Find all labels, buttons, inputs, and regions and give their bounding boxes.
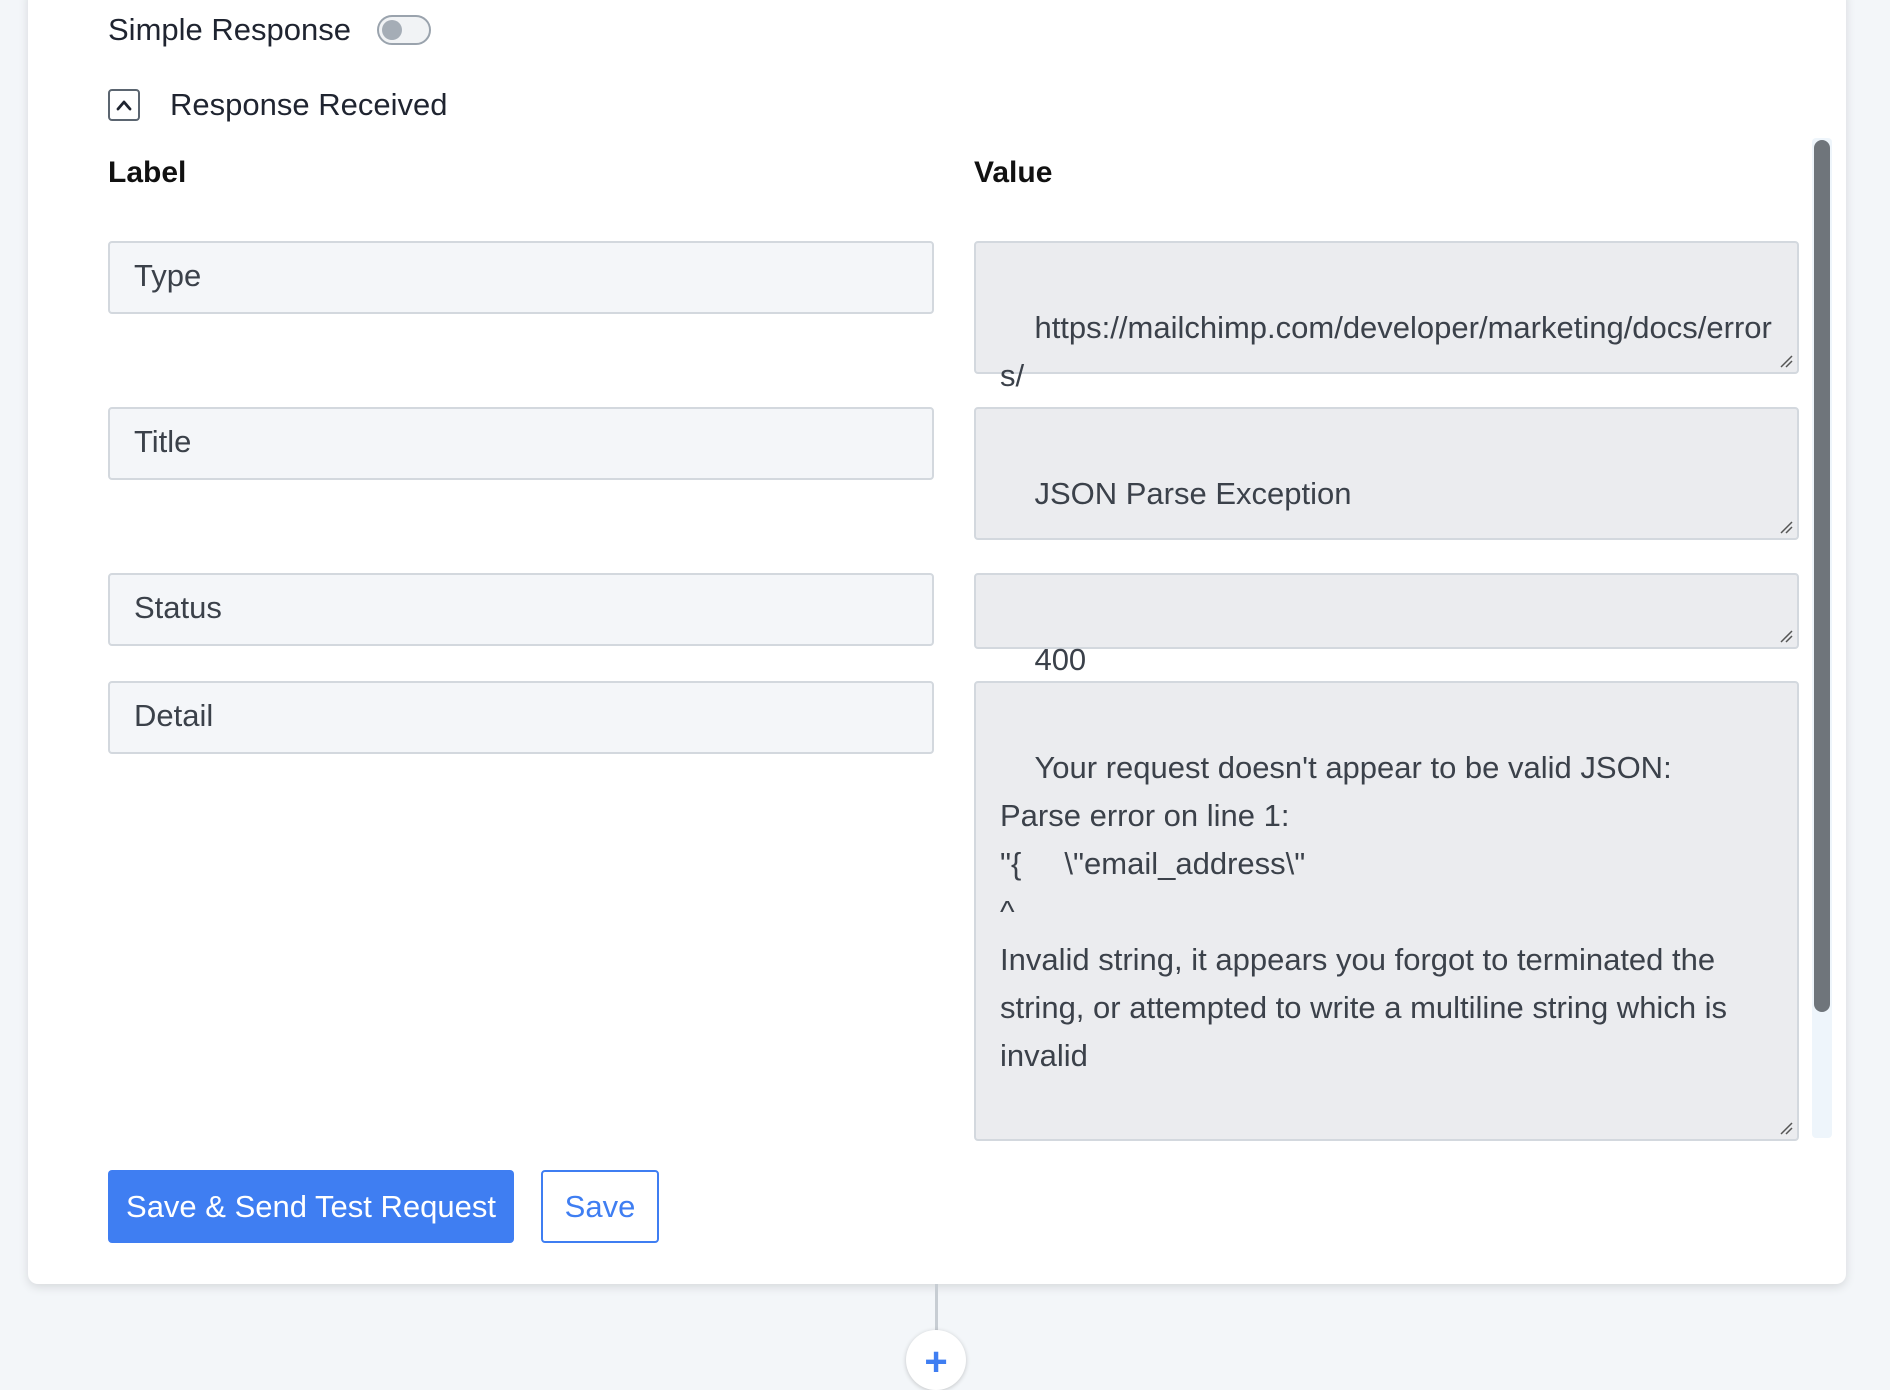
label-field-status[interactable]: Status	[108, 573, 934, 646]
save-and-send-test-request-button[interactable]: Save & Send Test Request	[108, 1170, 514, 1243]
label-field-title[interactable]: Title	[108, 407, 934, 480]
scrollbar-thumb[interactable]	[1814, 140, 1830, 1012]
value-field-type[interactable]: https://mailchimp.com/developer/marketin…	[974, 241, 1799, 393]
chevron-up-icon	[116, 100, 132, 111]
value-field-detail[interactable]: Your request doesn't appear to be valid …	[974, 681, 1799, 1141]
save-button[interactable]: Save	[541, 1170, 659, 1243]
label-field-type[interactable]: Type	[108, 241, 934, 314]
toggle-knob	[381, 20, 402, 40]
resize-handle-icon[interactable]	[1779, 629, 1793, 643]
value-text-type: https://mailchimp.com/developer/marketin…	[1000, 310, 1772, 393]
add-step-button[interactable]: +	[906, 1330, 966, 1390]
value-field-status[interactable]: 400	[974, 573, 1799, 677]
value-text-detail: Your request doesn't appear to be valid …	[1000, 750, 1728, 1073]
label-field-detail[interactable]: Detail	[108, 681, 934, 754]
resize-handle-icon[interactable]	[1779, 1121, 1793, 1135]
collapse-button[interactable]	[108, 89, 140, 121]
simple-response-row: Simple Response	[108, 5, 431, 55]
value-text-title: JSON Parse Exception	[1034, 476, 1352, 511]
simple-response-label: Simple Response	[108, 12, 351, 47]
value-column-header: Value	[974, 156, 1053, 189]
webhook-response-card: Simple Response Response Received Label …	[28, 0, 1846, 1284]
response-received-row: Response Received	[108, 80, 447, 130]
value-field-title[interactable]: JSON Parse Exception	[974, 407, 1799, 540]
resize-handle-icon[interactable]	[1779, 354, 1793, 368]
resize-handle-icon[interactable]	[1779, 520, 1793, 534]
simple-response-toggle[interactable]	[376, 15, 431, 45]
response-received-label: Response Received	[170, 87, 448, 122]
step-connector-line	[935, 1284, 938, 1334]
plus-icon: +	[924, 1340, 948, 1384]
value-text-status: 400	[1034, 642, 1087, 677]
scrollbar[interactable]	[1812, 138, 1832, 1138]
label-column-header: Label	[108, 156, 187, 189]
